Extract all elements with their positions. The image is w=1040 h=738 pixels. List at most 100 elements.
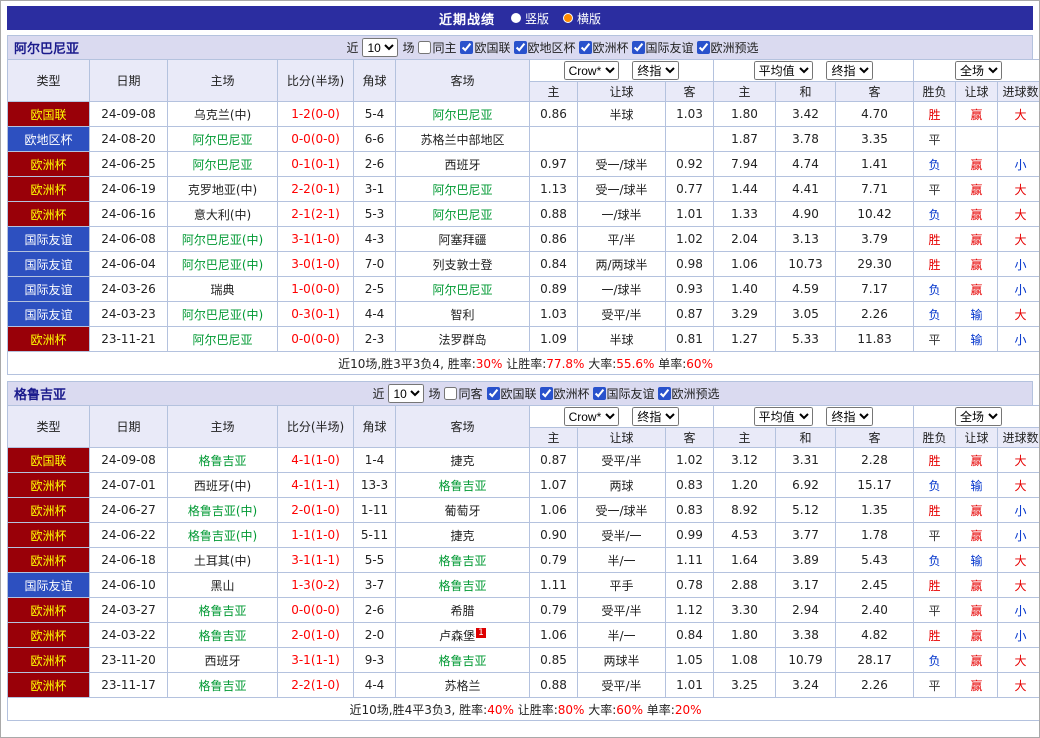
league-checkbox[interactable] [579, 41, 592, 54]
match-date: 24-03-22 [90, 623, 168, 648]
col-score: 比分(半场) [278, 60, 354, 102]
match-row: 欧洲杯24-03-22格鲁吉亚2-0(1-0)2-0卢森堡11.06半/一0.8… [8, 623, 1040, 648]
games-label: 场 [402, 39, 414, 56]
match-score: 1-1(1-0) [278, 523, 354, 548]
euro-draw-odds: 3.38 [776, 623, 836, 648]
corner-score: 9-3 [354, 648, 396, 673]
handicap-result-cell: 赢 [956, 498, 998, 523]
fulltime-select[interactable]: 全场 [955, 61, 1002, 80]
league-checkbox[interactable] [593, 387, 606, 400]
handicap-result-cell: 赢 [956, 227, 998, 252]
match-score: 2-2(1-0) [278, 673, 354, 698]
same-venue-checkbox-input[interactable] [444, 387, 457, 400]
asian-home-odds: 0.87 [530, 448, 578, 473]
league-checkbox[interactable] [632, 41, 645, 54]
corner-score: 5-4 [354, 102, 396, 127]
league-checkbox[interactable] [540, 387, 553, 400]
handicap-result-cell: 赢 [956, 177, 998, 202]
away-team: 格鲁吉亚 [396, 573, 530, 598]
euro-home-odds: 3.30 [714, 598, 776, 623]
league-filter-国际友谊[interactable]: 国际友谊 [593, 385, 655, 402]
euro-time-select[interactable]: 终指 [826, 407, 873, 426]
euro-home-odds: 4.53 [714, 523, 776, 548]
asian-away-odds: 0.93 [666, 277, 714, 302]
home-team: 格鲁吉亚(中) [168, 498, 278, 523]
asian-company-select[interactable]: Crow* [564, 61, 619, 80]
same-venue-label: 同客 [458, 385, 482, 402]
fulltime-select[interactable]: 全场 [955, 407, 1002, 426]
match-date: 24-06-27 [90, 498, 168, 523]
league-filter-group: 欧国联欧洲杯国际友谊欧洲预选 [487, 385, 720, 402]
asian-away-odds: 1.03 [666, 102, 714, 127]
euro-draw-odds: 10.79 [776, 648, 836, 673]
match-date: 24-08-20 [90, 127, 168, 152]
recent-count-select[interactable]: 10 [388, 384, 424, 403]
league-checkbox[interactable] [697, 41, 710, 54]
league-filter-欧地区杯[interactable]: 欧地区杯 [514, 39, 576, 56]
euro-company-select[interactable]: 平均值 [754, 61, 813, 80]
asian-company-select[interactable]: Crow* [564, 407, 619, 426]
home-team: 西班牙(中) [168, 473, 278, 498]
league-filter-欧洲杯[interactable]: 欧洲杯 [540, 385, 590, 402]
euro-time-select[interactable]: 终指 [826, 61, 873, 80]
col-handicap-result: 让球 [956, 82, 998, 102]
match-date: 24-03-27 [90, 598, 168, 623]
league-filter-欧洲预选[interactable]: 欧洲预选 [658, 385, 720, 402]
match-date: 24-06-16 [90, 202, 168, 227]
league-checkbox[interactable] [487, 387, 500, 400]
away-team: 苏格兰中部地区 [396, 127, 530, 152]
match-type: 欧洲杯 [8, 648, 90, 673]
team-section: 阿尔巴尼亚 近 10 场 同主 欧国联欧地区杯欧洲杯国际友谊欧洲预选 [7, 35, 1033, 375]
match-row: 国际友谊24-06-10黑山1-3(0-2)3-7格鲁吉亚1.11平手0.782… [8, 573, 1040, 598]
asian-away-odds: 1.01 [666, 673, 714, 698]
euro-home-odds: 1.06 [714, 252, 776, 277]
away-team: 格鲁吉亚 [396, 648, 530, 673]
euro-away-odds: 1.78 [836, 523, 914, 548]
asian-time-select[interactable]: 终指 [632, 61, 679, 80]
corner-score: 1-11 [354, 498, 396, 523]
match-type: 欧洲杯 [8, 473, 90, 498]
recent-count-select[interactable]: 10 [362, 38, 398, 57]
asian-away-odds: 1.01 [666, 202, 714, 227]
same-venue-checkbox-input[interactable] [418, 41, 431, 54]
euro-home-odds: 1.08 [714, 648, 776, 673]
league-checkbox[interactable] [460, 41, 473, 54]
corner-score: 5-3 [354, 202, 396, 227]
match-score: 2-0(1-0) [278, 623, 354, 648]
team-section: 格鲁吉亚 近 10 场 同客 欧国联欧洲杯国际友谊欧洲预选 [7, 381, 1033, 721]
same-venue-checkbox[interactable]: 同客 [444, 385, 482, 402]
radio-horizontal-option[interactable]: 横版 [563, 10, 601, 27]
goals-result-cell: 大 [998, 573, 1040, 598]
recent-label: 近 [346, 39, 358, 56]
euro-away-odds: 7.17 [836, 277, 914, 302]
match-type: 国际友谊 [8, 227, 90, 252]
handicap-result-cell: 赢 [956, 598, 998, 623]
league-filter-国际友谊[interactable]: 国际友谊 [632, 39, 694, 56]
result-cell: 负 [914, 277, 956, 302]
goals-result-cell: 大 [998, 473, 1040, 498]
league-checkbox[interactable] [514, 41, 527, 54]
league-filter-欧洲预选[interactable]: 欧洲预选 [697, 39, 759, 56]
euro-draw-odds: 3.89 [776, 548, 836, 573]
home-team: 克罗地亚(中) [168, 177, 278, 202]
euro-home-odds: 3.12 [714, 448, 776, 473]
away-team: 捷克 [396, 523, 530, 548]
asian-time-select[interactable]: 终指 [632, 407, 679, 426]
away-team: 阿尔巴尼亚 [396, 202, 530, 227]
radio-vertical-option[interactable]: 竖版 [511, 10, 549, 27]
col-result: 胜负 [914, 428, 956, 448]
home-team: 阿尔巴尼亚 [168, 327, 278, 352]
corner-score: 2-6 [354, 598, 396, 623]
league-filter-欧洲杯[interactable]: 欧洲杯 [579, 39, 629, 56]
same-venue-checkbox[interactable]: 同主 [418, 39, 456, 56]
match-row: 欧国联24-09-08乌克兰(中)1-2(0-0)5-4阿尔巴尼亚0.86半球1… [8, 102, 1040, 127]
match-score: 3-0(1-0) [278, 252, 354, 277]
asian-away-odds: 0.84 [666, 623, 714, 648]
asian-handicap: 受平/半 [578, 302, 666, 327]
asian-odds-header: Crow* 终指 [530, 60, 714, 82]
league-checkbox[interactable] [658, 387, 671, 400]
asian-home-odds: 1.11 [530, 573, 578, 598]
league-filter-欧国联[interactable]: 欧国联 [487, 385, 537, 402]
euro-company-select[interactable]: 平均值 [754, 407, 813, 426]
league-filter-欧国联[interactable]: 欧国联 [460, 39, 510, 56]
